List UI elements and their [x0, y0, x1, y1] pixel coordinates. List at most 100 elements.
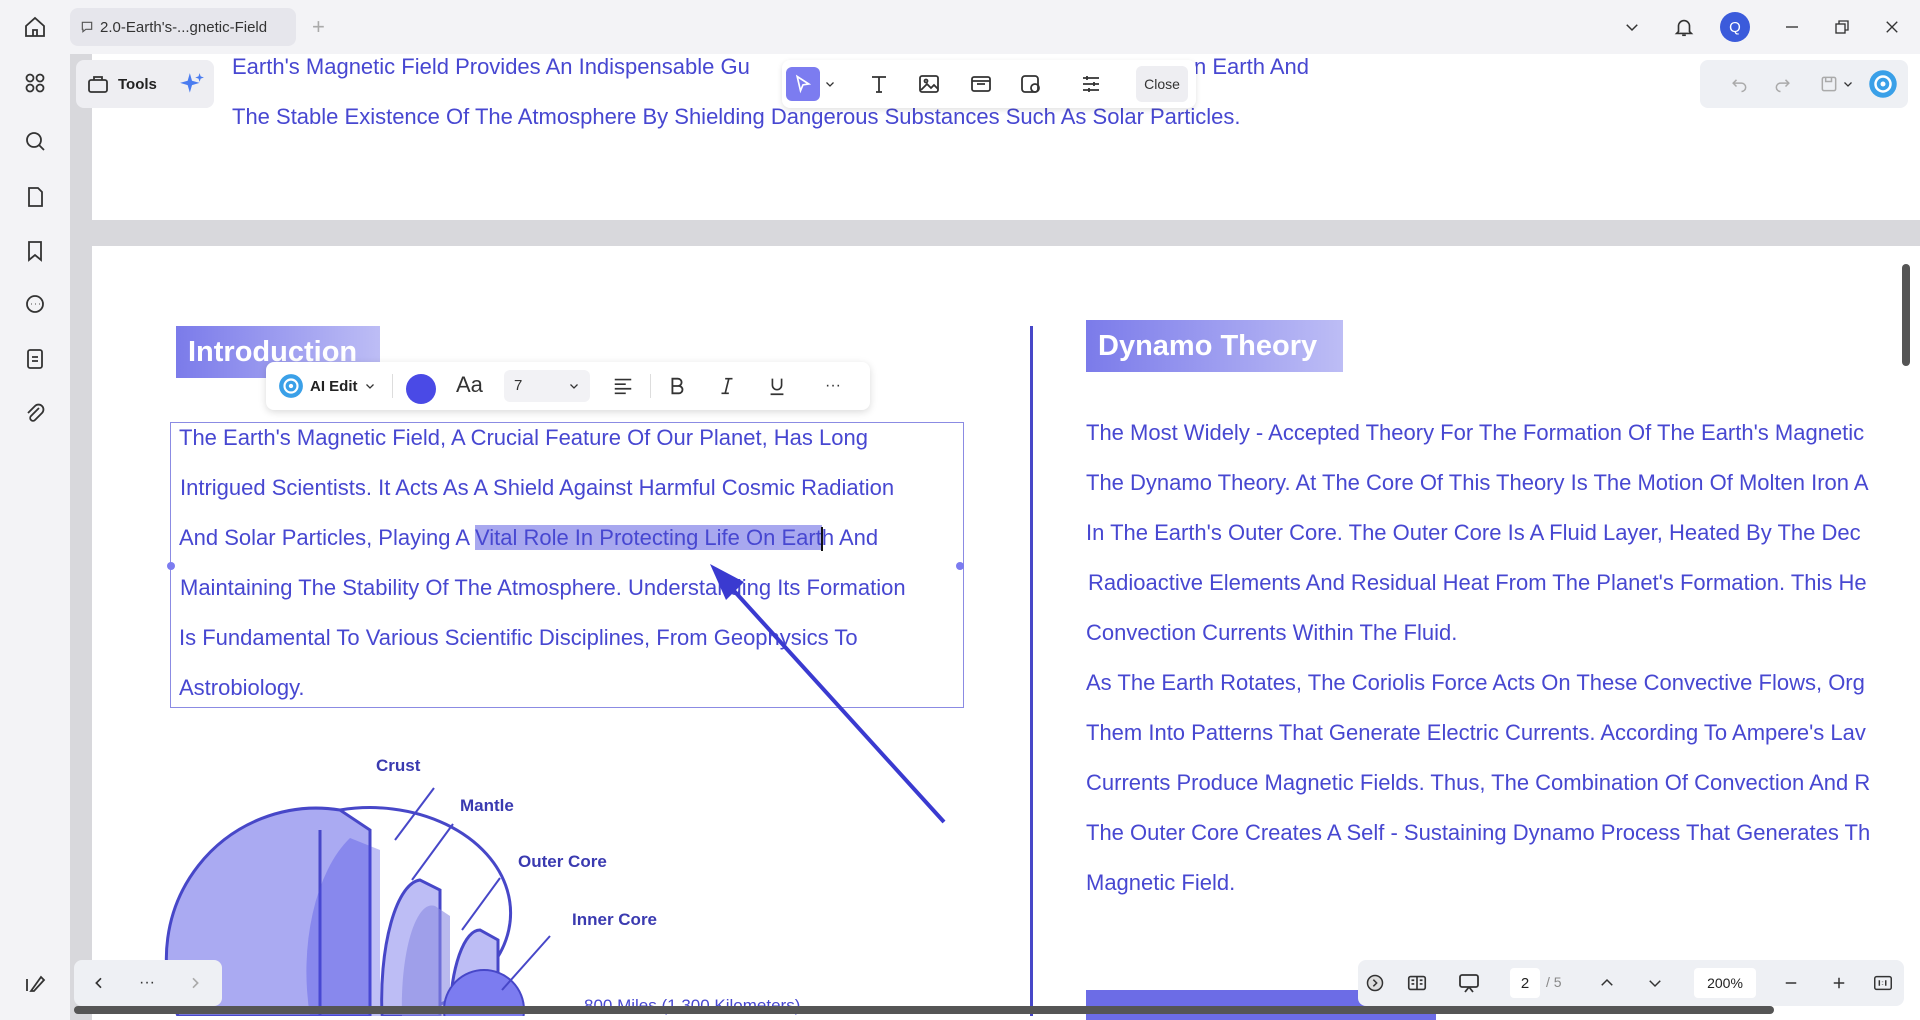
- attachments-button[interactable]: [18, 396, 52, 430]
- bold-icon: [671, 377, 684, 395]
- chevron-left-icon: [95, 977, 102, 989]
- zoom-out-button[interactable]: [1776, 968, 1806, 998]
- new-tab-button[interactable]: +: [312, 14, 325, 40]
- restore-button[interactable]: [1826, 12, 1858, 42]
- separator: [650, 374, 651, 398]
- collapse-nav-button[interactable]: [1360, 968, 1390, 998]
- horizontal-scrollbar[interactable]: [74, 1006, 1774, 1014]
- ai-sparkle-icon[interactable]: [179, 71, 205, 97]
- align-button[interactable]: [606, 370, 640, 402]
- bookmarks-button[interactable]: [18, 234, 52, 268]
- underline-button[interactable]: [760, 370, 794, 402]
- history-actions: [1700, 60, 1908, 108]
- separator: [392, 374, 393, 398]
- font-size-value: 7: [514, 377, 523, 394]
- watermark-button[interactable]: [1014, 67, 1048, 101]
- intro-line-3-end: h And: [821, 525, 879, 550]
- add-text-button[interactable]: [862, 67, 896, 101]
- label-crust: Crust: [376, 756, 421, 775]
- pages-button[interactable]: [18, 180, 52, 214]
- chevron-down-icon: [1626, 24, 1638, 32]
- brush-icon: [26, 975, 46, 992]
- tab-title: 2.0-Earth's-...gnetic-Field: [100, 18, 268, 36]
- ai-assistant-icon: [1869, 70, 1897, 98]
- dynamo-line-10: Magnetic Field.: [1086, 870, 1236, 895]
- tools-button[interactable]: Tools: [76, 60, 214, 108]
- select-tool-dropdown[interactable]: [820, 67, 840, 101]
- header-footer-button[interactable]: [1074, 67, 1108, 101]
- arrow-annotation[interactable]: [700, 560, 960, 830]
- font-family-button[interactable]: Aa: [456, 372, 483, 398]
- select-tool-button[interactable]: [786, 67, 820, 101]
- close-edit-button[interactable]: Close: [1136, 66, 1188, 102]
- actual-size-button[interactable]: [1868, 968, 1898, 998]
- undo-icon: [1732, 79, 1747, 93]
- search-button[interactable]: [18, 124, 52, 158]
- tabs-dropdown-button[interactable]: [1616, 12, 1648, 42]
- apps-button[interactable]: [18, 66, 52, 100]
- toolbox-icon: [88, 76, 108, 93]
- user-avatar[interactable]: Q: [1720, 12, 1750, 42]
- ai-edit-button[interactable]: AI Edit: [278, 372, 376, 400]
- dynamo-line-1: The Most Widely - Accepted Theory For Th…: [1086, 420, 1865, 445]
- redo-button[interactable]: [1766, 67, 1800, 101]
- current-page-input[interactable]: 2: [1510, 968, 1540, 998]
- bottom-nav-right: 2 / 5 200%: [1358, 960, 1904, 1006]
- undo-button[interactable]: [1722, 67, 1756, 101]
- resize-handle-left[interactable]: [167, 562, 175, 570]
- next-button[interactable]: [180, 968, 210, 998]
- add-image-button[interactable]: [912, 67, 946, 101]
- text-format-toolbar: AI Edit Aa 7 ···: [266, 362, 870, 410]
- chat-icon: [26, 295, 44, 313]
- page-layout-button[interactable]: [1402, 968, 1432, 998]
- save-dropdown[interactable]: [1838, 67, 1858, 101]
- redo-icon: [1775, 79, 1790, 93]
- document-tab[interactable]: 2.0-Earth's-...gnetic-Field: [70, 8, 296, 46]
- underline-icon: [770, 378, 784, 396]
- more-nav-button[interactable]: ···: [132, 968, 162, 998]
- chevron-right-icon: [192, 977, 199, 989]
- bell-icon: [1674, 19, 1694, 37]
- prev-button[interactable]: [84, 968, 114, 998]
- italic-button[interactable]: [710, 370, 744, 402]
- selected-text[interactable]: Vital Role In Protecting Life On Eart: [474, 525, 822, 550]
- add-link-button[interactable]: [964, 67, 998, 101]
- vertical-scrollbar[interactable]: [1902, 264, 1910, 366]
- cursor-icon: [795, 74, 812, 94]
- dynamo-line-3: In The Earth's Outer Core. The Outer Cor…: [1086, 520, 1861, 545]
- bold-button[interactable]: [660, 370, 694, 402]
- theme-button[interactable]: [18, 966, 52, 1000]
- minimize-icon: [1786, 26, 1798, 28]
- home-button[interactable]: [18, 12, 52, 42]
- dynamo-line-4: Radioactive Elements And Residual Heat F…: [1088, 570, 1867, 595]
- page-up-button[interactable]: [1592, 968, 1622, 998]
- page1-line-1-tail: n Earth And: [1194, 54, 1309, 79]
- ai-assistant-button[interactable]: [1866, 67, 1900, 101]
- title-bar: 2.0-Earth's-...gnetic-Field + Q: [0, 0, 1920, 54]
- presentation-button[interactable]: [1454, 968, 1484, 998]
- more-options-button[interactable]: ···: [816, 370, 850, 402]
- left-sidebar: [0, 54, 70, 1020]
- page-down-button[interactable]: [1640, 968, 1670, 998]
- text-color-button[interactable]: [406, 374, 436, 404]
- zoom-in-button[interactable]: [1824, 968, 1854, 998]
- chevron-circle-right-icon: [1366, 974, 1384, 992]
- align-left-icon: [614, 378, 632, 395]
- minimize-button[interactable]: [1776, 12, 1808, 42]
- close-window-button[interactable]: [1876, 12, 1908, 42]
- label-mantle: Mantle: [460, 796, 514, 815]
- intro-line-3: And Solar Particles, Playing A Vital Rol…: [179, 525, 879, 552]
- restore-icon: [1835, 20, 1849, 34]
- image-icon: [919, 75, 939, 93]
- comments-button[interactable]: [18, 288, 52, 322]
- sliders-icon: [1083, 76, 1099, 92]
- actual-size-icon: [1874, 975, 1892, 991]
- zoom-level[interactable]: 200%: [1694, 968, 1756, 998]
- link-box-icon: [971, 76, 991, 92]
- form-button[interactable]: [18, 342, 52, 376]
- font-size-select[interactable]: 7: [504, 370, 590, 402]
- dynamo-line-6: As The Earth Rotates, The Coriolis Force…: [1086, 670, 1865, 695]
- search-icon: [26, 132, 45, 151]
- notifications-button[interactable]: [1668, 12, 1700, 42]
- dynamo-line-7: Them Into Patterns That Generate Electri…: [1086, 720, 1866, 745]
